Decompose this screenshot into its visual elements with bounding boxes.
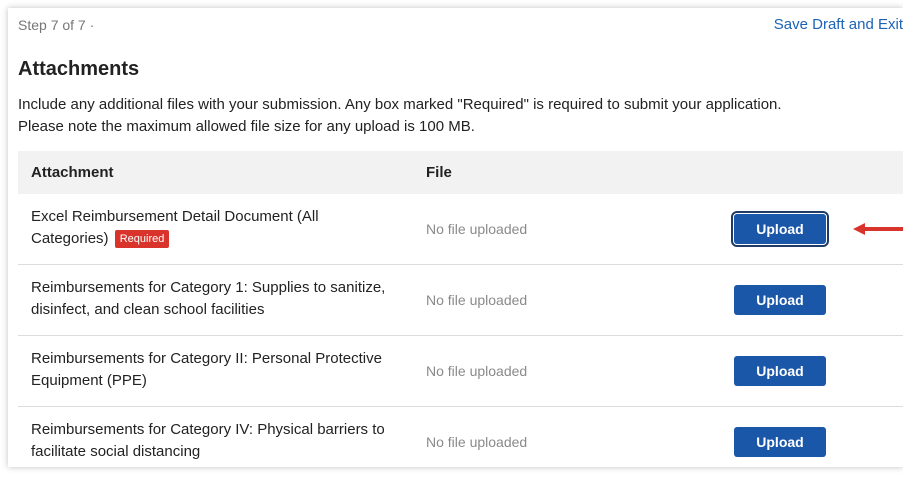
description-line-2: Please note the maximum allowed file siz… bbox=[18, 118, 475, 135]
file-status: No file uploaded bbox=[426, 363, 528, 379]
step-indicator: Step 7 of 7 · bbox=[18, 17, 95, 33]
file-status: No file uploaded bbox=[426, 292, 528, 308]
attachment-name: Reimbursements for Category 1: Supplies … bbox=[31, 279, 386, 318]
file-status: No file uploaded bbox=[426, 434, 528, 450]
top-bar: Step 7 of 7 · Save Draft and Exit bbox=[8, 8, 903, 38]
page-title: Attachments bbox=[18, 58, 140, 80]
save-draft-and-exit-link[interactable]: Save Draft and Exit bbox=[774, 16, 903, 33]
left-arrow-icon bbox=[853, 223, 903, 235]
file-status: No file uploaded bbox=[426, 221, 528, 237]
upload-button[interactable]: Upload bbox=[734, 285, 826, 315]
section-description: Include any additional files with your s… bbox=[18, 94, 903, 138]
table-row: Reimbursements for Category II: Personal… bbox=[18, 336, 903, 407]
description-line-1: Include any additional files with your s… bbox=[18, 96, 782, 113]
application-panel: Step 7 of 7 · Save Draft and Exit Attach… bbox=[8, 8, 903, 467]
attachment-name: Reimbursements for Category IV: Physical… bbox=[31, 421, 385, 460]
required-badge: Required bbox=[114, 230, 170, 249]
table-header: Attachment File bbox=[18, 151, 903, 194]
attachments-table: Attachment File Excel Reimbursement Deta… bbox=[18, 151, 903, 477]
table-row: Reimbursements for Category 1: Supplies … bbox=[18, 265, 903, 336]
attachment-name: Excel Reimbursement Detail Document (All… bbox=[31, 206, 391, 250]
attachment-name: Reimbursements for Category II: Personal… bbox=[31, 350, 382, 389]
upload-button[interactable]: Upload bbox=[734, 427, 826, 457]
attachment-name-text: Excel Reimbursement Detail Document (All… bbox=[31, 208, 319, 247]
column-header-attachment: Attachment bbox=[31, 164, 114, 181]
table-row: Excel Reimbursement Detail Document (All… bbox=[18, 194, 903, 265]
upload-button[interactable]: Upload bbox=[734, 356, 826, 386]
upload-button[interactable]: Upload bbox=[731, 211, 829, 247]
column-header-file: File bbox=[426, 164, 452, 181]
